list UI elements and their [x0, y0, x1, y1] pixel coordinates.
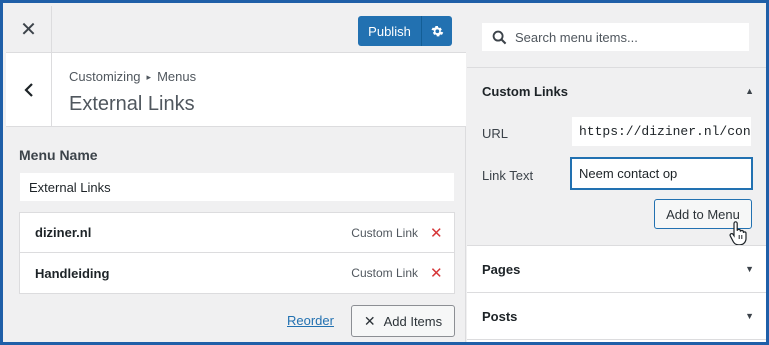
menu-item-type: Custom Link: [351, 225, 418, 240]
posts-section[interactable]: Posts ▼: [467, 293, 766, 340]
close-icon: ✕: [20, 19, 37, 41]
list-item[interactable]: Handleiding Custom Link ✕: [20, 253, 454, 293]
add-items-label: Add Items: [383, 313, 443, 329]
pages-header: Pages ▼: [467, 246, 766, 292]
add-items-button[interactable]: ✕ Add Items: [351, 305, 455, 337]
close-button[interactable]: ✕: [6, 6, 52, 53]
reorder-link[interactable]: Reorder: [287, 313, 334, 328]
breadcrumb-root: Customizing: [69, 69, 141, 84]
url-field[interactable]: https://diziner.nl/cont: [571, 116, 752, 147]
menu-editor-panel: ✕ Publish Customizing ▸ Menus External L…: [6, 6, 466, 342]
hand-pointer-icon: [729, 221, 747, 245]
publish-group: Publish: [358, 16, 452, 46]
close-icon: ✕: [363, 312, 376, 329]
pages-section[interactable]: Pages ▼: [467, 246, 766, 293]
menu-item-type: Custom Link: [351, 266, 418, 280]
breadcrumb-separator: ▸: [146, 72, 152, 82]
page-title: External Links: [69, 93, 195, 115]
custom-links-section: Custom Links ▲ URL https://diziner.nl/co…: [467, 68, 766, 246]
menu-items-list: diziner.nl Custom Link ✕ Handleiding Cus…: [19, 212, 455, 294]
publish-button[interactable]: Publish: [358, 16, 422, 46]
posts-header: Posts ▼: [467, 293, 766, 339]
search-icon: [492, 30, 507, 44]
menu-name-label: Menu Name: [19, 147, 98, 163]
menu-item-title: diziner.nl: [35, 225, 92, 240]
link-text-label: Link Text: [482, 168, 534, 183]
publish-settings-button[interactable]: [422, 16, 452, 46]
list-item[interactable]: diziner.nl Custom Link ✕: [20, 213, 454, 253]
search-input[interactable]: [515, 29, 745, 45]
remove-icon[interactable]: ✕: [430, 264, 443, 282]
remove-icon[interactable]: ✕: [430, 224, 443, 242]
search-bar: [467, 6, 766, 68]
breadcrumb-current: Menus: [157, 69, 197, 84]
back-button[interactable]: [6, 53, 52, 127]
customizer-window: ✕ Publish Customizing ▸ Menus External L…: [0, 0, 769, 345]
chevron-left-icon: [23, 83, 33, 97]
caret-down-icon: ▼: [745, 264, 754, 274]
section-title: Custom Links: [482, 83, 568, 99]
search-box[interactable]: [481, 22, 750, 52]
gear-icon: [431, 26, 444, 37]
link-text-field[interactable]: Neem contact op: [571, 158, 752, 189]
caret-down-icon: ▼: [745, 311, 754, 321]
section-title: Posts: [482, 308, 518, 324]
caret-up-icon: ▲: [745, 86, 754, 96]
url-label: URL: [482, 126, 509, 141]
section-header: Customizing ▸ Menus External Links: [6, 53, 466, 127]
custom-links-header[interactable]: Custom Links ▲: [467, 68, 766, 114]
next-section-edge: [467, 340, 766, 342]
customizer-toolbar: ✕ Publish: [6, 6, 466, 53]
breadcrumb: Customizing ▸ Menus: [69, 69, 196, 84]
menu-item-title: Handleiding: [35, 265, 110, 281]
available-items-panel: Custom Links ▲ URL https://diziner.nl/co…: [467, 6, 766, 342]
section-title: Pages: [482, 261, 521, 277]
menu-name-field[interactable]: External Links: [19, 172, 455, 202]
